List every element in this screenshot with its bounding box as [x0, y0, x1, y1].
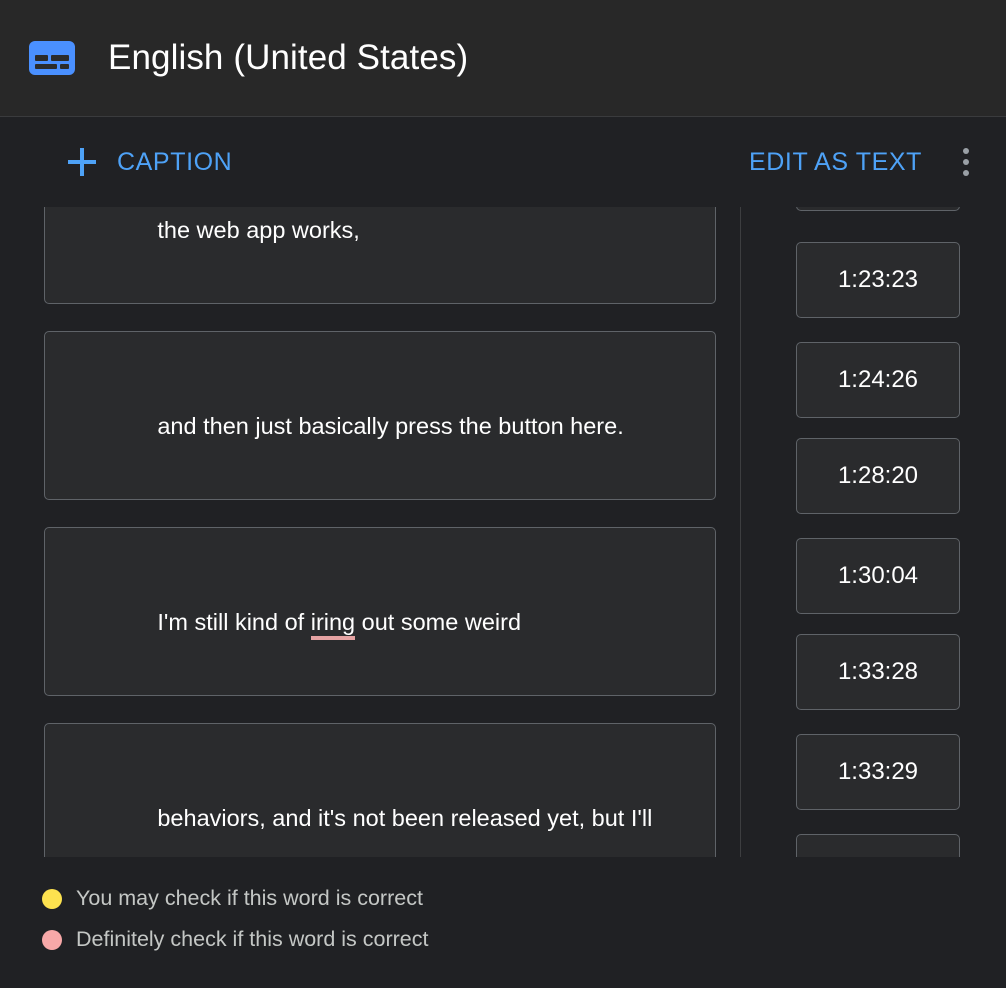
misspelled-word[interactable]: iring	[310, 609, 356, 640]
timestamp-chip[interactable]: 1:24:26	[796, 342, 960, 418]
timestamp-chip[interactable]: 1:30:04	[796, 538, 960, 614]
legend-item-warn: You may check if this word is correct	[42, 878, 1006, 919]
edit-as-text-button[interactable]: EDIT AS TEXT	[741, 142, 930, 183]
timestamp-chip[interactable]: 1:33:28	[796, 634, 960, 710]
spellcheck-legend: You may check if this word is correct De…	[0, 866, 1006, 988]
timestamp-chip[interactable]	[796, 834, 960, 857]
error-dot-icon	[42, 929, 62, 950]
legend-label: You may check if this word is correct	[76, 886, 423, 910]
page-title: English (United States)	[108, 38, 469, 77]
more-vert-icon[interactable]	[944, 140, 988, 184]
caption-list-scroll-area[interactable]: the web app works, and then just basical…	[0, 207, 1006, 857]
timestamp-chip[interactable]: 1:28:20	[796, 438, 960, 514]
toolbar-right-group: EDIT AS TEXT	[741, 140, 988, 184]
window-header: English (United States)	[0, 0, 1006, 117]
timestamp-chip[interactable]: 1:23:23	[796, 242, 960, 318]
caption-text: I'm still kind of iring out some weird	[79, 550, 681, 694]
timestamp-chip[interactable]: 1:33:29	[796, 734, 960, 810]
caption-editor-window: English (United States) CAPTION EDIT AS …	[0, 0, 1006, 988]
plus-icon	[68, 148, 96, 176]
caption-text-card[interactable]: the web app works,	[44, 207, 716, 304]
add-caption-label: CAPTION	[117, 147, 233, 176]
caption-text: behaviors, and it's not been released ye…	[157, 805, 653, 831]
caption-text-card[interactable]: behaviors, and it's not been released ye…	[44, 723, 716, 857]
caption-text-card[interactable]: and then just basically press the button…	[44, 331, 716, 500]
closed-caption-icon	[29, 41, 75, 75]
caption-text: the web app works,	[157, 217, 360, 243]
caption-text-card[interactable]: I'm still kind of iring out some weird	[44, 527, 716, 696]
legend-item-error: Definitely check if this word is correct	[42, 919, 1006, 960]
timestamp-chip[interactable]	[796, 207, 960, 211]
caption-toolbar: CAPTION EDIT AS TEXT	[0, 117, 1006, 207]
warning-dot-icon	[42, 888, 62, 909]
caption-text: and then just basically press the button…	[157, 413, 624, 439]
legend-label: Definitely check if this word is correct	[76, 927, 429, 951]
add-caption-button[interactable]: CAPTION	[62, 142, 238, 183]
